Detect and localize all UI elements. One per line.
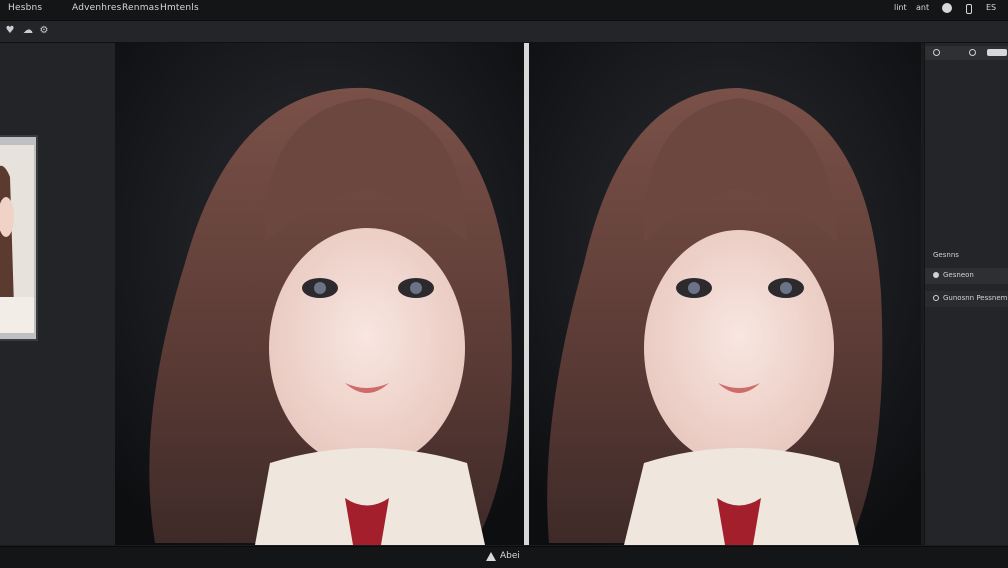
option-2-icon <box>933 295 939 301</box>
panel-icon[interactable] <box>933 49 940 56</box>
option-1-icon <box>933 272 939 278</box>
menu-es[interactable]: ES <box>986 3 996 12</box>
toolbar: ♥ ☁ ⚙ <box>0 21 1008 43</box>
option-1-label: Gesneon <box>943 271 974 279</box>
status-text: Abei <box>500 551 520 561</box>
help-icon[interactable] <box>942 3 952 13</box>
menu-bar: Hesbns Advenhres Renmas Hmtenls lint ant… <box>0 0 1008 21</box>
menu-lint[interactable]: lint <box>894 3 907 12</box>
canvas-area <box>115 43 921 545</box>
menu-advenhres[interactable]: Advenhres <box>72 3 122 13</box>
panel-header <box>925 46 1008 60</box>
cloud-icon[interactable]: ☁ <box>22 25 34 37</box>
menu-ant[interactable]: ant <box>916 3 929 12</box>
option-2-label: Gunosnn Pessnem <box>943 294 1008 302</box>
panel-label-text: Gesnns <box>933 251 959 259</box>
image-thumbnail[interactable] <box>0 135 38 341</box>
save-icon[interactable] <box>966 4 972 14</box>
menu-renmas[interactable]: Renmas <box>122 3 159 13</box>
panel-slider[interactable] <box>987 49 1007 56</box>
menu-hesbns[interactable]: Hesbns <box>8 3 42 13</box>
warning-icon <box>486 552 496 561</box>
status-bar: Abei <box>0 546 1008 568</box>
after-view[interactable] <box>529 43 921 545</box>
right-panel: Gesnns Gesneon Gunosnn Pessnem <box>924 43 1008 545</box>
panel-label: Gesnns <box>925 249 1008 263</box>
after-portrait <box>529 43 921 545</box>
settings-icon[interactable]: ⚙ <box>38 25 50 37</box>
before-view[interactable] <box>115 43 524 545</box>
left-panel <box>0 43 115 545</box>
panel-toggle-icon[interactable] <box>969 49 976 56</box>
panel-option-2[interactable]: Gunosnn Pessnem <box>925 291 1008 307</box>
heart-icon[interactable]: ♥ <box>4 25 16 37</box>
menu-hmtenls[interactable]: Hmtenls <box>160 3 199 13</box>
comparison-divider[interactable] <box>524 43 529 545</box>
thumbnail-portrait <box>0 137 36 339</box>
before-portrait <box>115 43 524 545</box>
panel-option-1[interactable]: Gesneon <box>925 268 1008 284</box>
